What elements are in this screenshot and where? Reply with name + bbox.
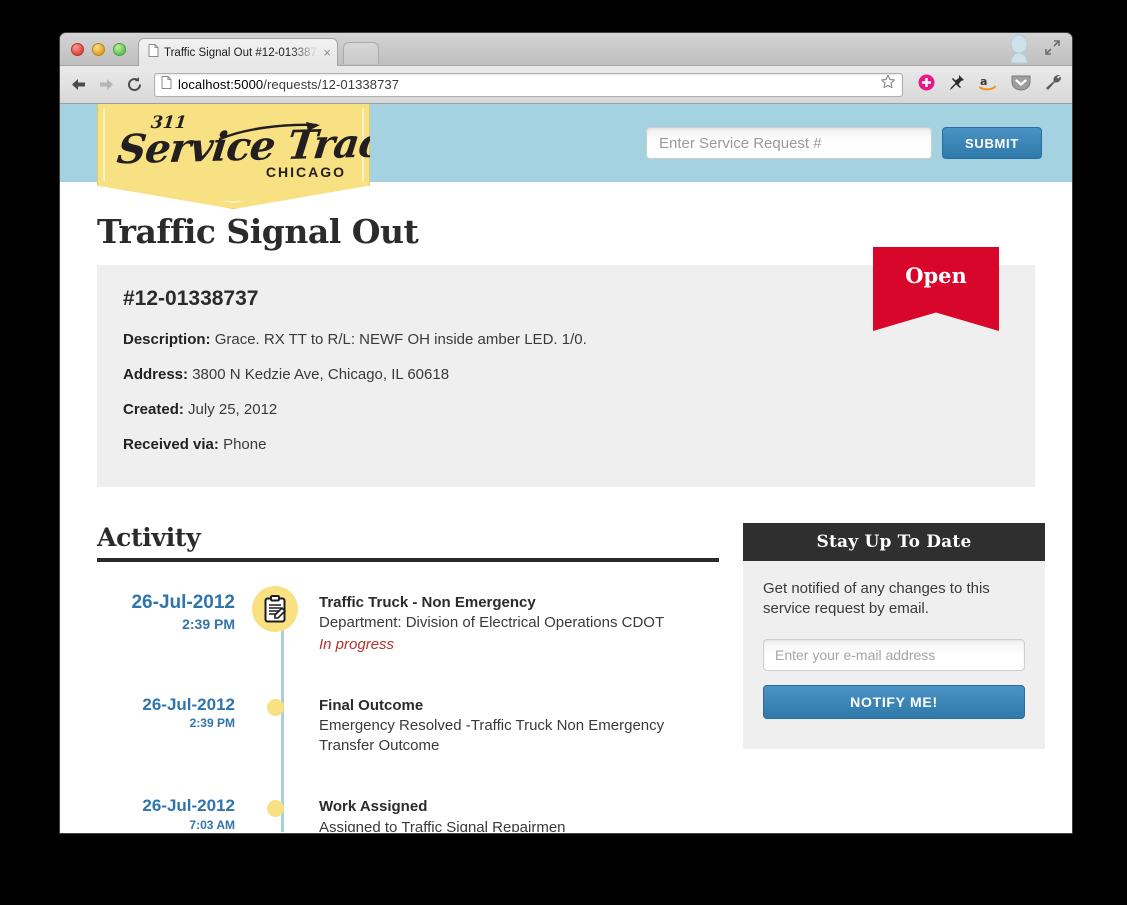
timeline-when: 26-Jul-2012 2:39 PM	[97, 695, 247, 757]
timeline-status: In progress	[319, 635, 395, 653]
pocket-shield-icon[interactable]	[1011, 74, 1031, 96]
detail-row-received-via: Received via: Phone	[123, 436, 1009, 453]
stay-up-to-date-panel: Stay Up To Date Get notified of any chan…	[743, 523, 1045, 832]
page-title: Traffic Signal Out	[97, 212, 419, 251]
detail-value: Phone	[223, 436, 267, 453]
logo-city-text: CHICAGO	[265, 164, 346, 180]
person-avatar-icon[interactable]	[1006, 34, 1032, 69]
back-arrow-icon[interactable]	[70, 77, 87, 92]
timeline-marker	[247, 586, 303, 655]
address-bar-host: localhost:5000	[178, 77, 264, 92]
timeline-when: 26-Jul-2012 2:39 PM	[97, 592, 247, 655]
timeline-time: 2:39 PM	[189, 716, 235, 731]
timeline-date: 26-Jul-2012	[142, 694, 235, 714]
lower-region: Activity 26-Jul-2012 2:39 PM Traffic Tru…	[97, 523, 1045, 832]
fullscreen-expand-icon[interactable]	[1045, 40, 1060, 60]
detail-label: Address:	[123, 366, 189, 383]
address-bar-url: localhost:5000/requests/12-01338737	[178, 77, 399, 92]
close-window-button[interactable]	[71, 43, 84, 56]
activity-heading: Activity	[97, 523, 201, 562]
timeline-detail: Assigned to Traffic Signal Repairmen	[319, 818, 566, 833]
timeline-dot-icon	[266, 698, 284, 716]
clipboard-icon	[252, 586, 298, 632]
address-bar[interactable]: localhost:5000/requests/12-01338737	[154, 72, 903, 97]
timeline-item: 26-Jul-2012 2:39 PM Traffic Truck - Non …	[97, 586, 719, 655]
window-controls	[71, 43, 126, 56]
reload-icon[interactable]	[126, 76, 143, 93]
amazon-icon[interactable]: a	[978, 74, 998, 96]
timeline-marker	[247, 796, 303, 832]
sidebar-description: Get notified of any changes to this serv…	[763, 580, 990, 618]
page-icon	[148, 43, 159, 62]
timeline-item: 26-Jul-2012 2:39 PM Final Outcome Emerge…	[97, 695, 719, 757]
detail-value: 3800 N Kedzie Ave, Chicago, IL 60618	[192, 366, 450, 383]
timeline-when: 26-Jul-2012 7:03 AM	[97, 796, 247, 832]
page-content: Traffic Signal Out Open #12-01338737 Des…	[60, 212, 1072, 832]
search-input[interactable]	[646, 127, 932, 159]
activity-section: Activity 26-Jul-2012 2:39 PM Traffic Tru…	[97, 523, 719, 832]
timeline-time: 2:39 PM	[182, 615, 235, 632]
svg-text:a: a	[980, 75, 987, 88]
timeline-headline: Traffic Truck - Non Emergency	[319, 594, 536, 611]
detail-row-description: Description: Grace. RX TT to R/L: NEWF O…	[123, 331, 1009, 348]
new-tab-button[interactable]	[343, 42, 379, 64]
detail-label: Received via:	[123, 436, 219, 453]
status-badge: Open	[873, 247, 999, 331]
wrench-icon[interactable]	[1044, 74, 1062, 96]
browser-window: Traffic Signal Out #12-01338737 × localh…	[60, 33, 1072, 833]
notify-me-button[interactable]: NOTIFY ME!	[763, 685, 1025, 720]
activity-timeline: 26-Jul-2012 2:39 PM Traffic Truck - Non …	[97, 562, 719, 832]
page-icon	[161, 75, 172, 94]
maximize-window-button[interactable]	[113, 43, 126, 56]
timeline-headline: Work Assigned	[319, 798, 428, 816]
address-bar-path: /requests/12-01338737	[263, 77, 400, 92]
timeline-body: Work Assigned Assigned to Traffic Signal…	[303, 796, 719, 832]
timeline-body: Traffic Truck - Non Emergency Department…	[303, 592, 719, 655]
detail-value: July 25, 2012	[188, 401, 278, 418]
browser-tab-strip: Traffic Signal Out #12-01338737 ×	[60, 33, 1072, 66]
page-viewport: 311 Service Tracker CHICAGO SUBMIT	[60, 104, 1072, 832]
pink-plus-icon[interactable]	[918, 74, 935, 96]
browser-tab[interactable]: Traffic Signal Out #12-01338737 ×	[138, 38, 338, 66]
minimize-window-button[interactable]	[92, 43, 105, 56]
sidebar-body: Get notified of any changes to this serv…	[743, 561, 1045, 750]
detail-label: Created:	[123, 401, 184, 418]
status-badge-label: Open	[905, 263, 967, 288]
timeline-date: 26-Jul-2012	[142, 796, 235, 816]
logo-arrow-icon	[218, 122, 323, 147]
request-detail-panel: Open #12-01338737 Description: Grace. RX…	[97, 247, 1035, 487]
forward-arrow-icon[interactable]	[98, 77, 115, 92]
detail-row-address: Address: 3800 N Kedzie Ave, Chicago, IL …	[123, 366, 1009, 383]
timeline-time: 7:03 AM	[189, 817, 235, 832]
site-header: 311 Service Tracker CHICAGO SUBMIT	[60, 104, 1072, 209]
timeline-body: Final Outcome Emergency Resolved -Traffi…	[303, 695, 719, 757]
detail-value: Grace. RX TT to R/L: NEWF OH inside ambe…	[214, 331, 587, 348]
detail-row-created: Created: July 25, 2012	[123, 401, 1009, 418]
timeline-item: 26-Jul-2012 7:03 AM Work Assigned Assign…	[97, 796, 719, 832]
timeline-detail: Emergency Resolved -Traffic Truck Non Em…	[319, 716, 665, 754]
timeline-headline: Final Outcome	[319, 696, 424, 714]
submit-button[interactable]: SUBMIT	[942, 127, 1042, 159]
browser-extension-icons: a	[914, 74, 1062, 96]
timeline-date: 26-Jul-2012	[131, 592, 235, 613]
sidebar-header: Stay Up To Date	[743, 523, 1045, 561]
detail-label: Description:	[123, 331, 211, 348]
browser-navigation-bar: localhost:5000/requests/12-01338737 a	[60, 66, 1072, 104]
timeline-dot-icon	[266, 800, 284, 818]
site-logo[interactable]: 311 Service Tracker CHICAGO	[97, 104, 370, 209]
service-request-search: SUBMIT	[646, 127, 1042, 159]
timeline-detail: Department: Division of Electrical Opera…	[319, 614, 665, 632]
pushpin-icon[interactable]	[948, 74, 965, 96]
timeline-marker	[247, 695, 303, 757]
email-field[interactable]	[763, 639, 1025, 672]
desktop-backdrop: Traffic Signal Out #12-01338737 × localh…	[0, 0, 1127, 905]
close-icon[interactable]: ×	[323, 46, 331, 59]
browser-tab-title: Traffic Signal Out #12-01338737	[164, 46, 319, 59]
star-icon[interactable]	[880, 74, 896, 95]
